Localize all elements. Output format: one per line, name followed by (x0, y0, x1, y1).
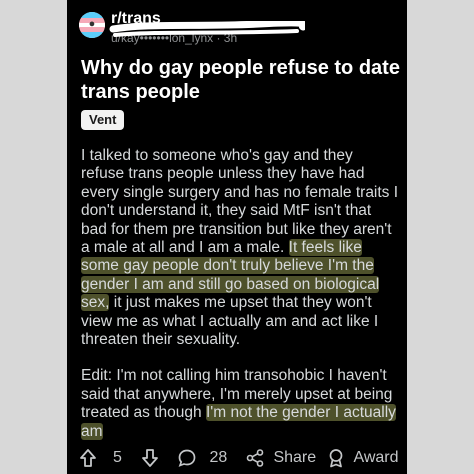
downvote-button[interactable] (141, 447, 159, 469)
body-paragraph-2: Edit: I'm not calling him transohobic I … (81, 367, 399, 441)
reddit-snoo-icon: ● (88, 18, 96, 30)
arrow-up-icon (80, 448, 96, 467)
post-header: ● r/trans u/kay•••••••lon_lynx · 3h (79, 6, 399, 46)
arrow-down-icon (142, 448, 158, 467)
share-label: Share (273, 449, 317, 466)
redaction-scribble (109, 21, 305, 37)
award-icon (329, 448, 343, 468)
body-paragraph-1: I talked to someone who's gay and they r… (81, 147, 399, 349)
body-text: it just makes me upset that they won't v… (81, 294, 379, 349)
upvote-button[interactable] (79, 447, 97, 469)
subreddit-avatar[interactable]: ● (79, 12, 105, 38)
share-button[interactable]: Share (245, 447, 316, 469)
share-icon (246, 448, 264, 467)
vote-count: 5 (113, 449, 122, 466)
comment-icon (178, 449, 196, 467)
post-title[interactable]: Why do gay people refuse to date trans p… (81, 56, 401, 104)
post-body: I talked to someone who's gay and they r… (81, 147, 399, 459)
post-card: ● r/trans u/kay•••••••lon_lynx · 3h Why … (67, 0, 407, 474)
action-bar: 5 28 Share Award (67, 444, 407, 472)
comment-count: 28 (209, 449, 228, 466)
comments-button[interactable]: 28 (177, 447, 227, 469)
post-flair[interactable]: Vent (81, 110, 125, 130)
award-button[interactable]: Award (327, 447, 399, 469)
award-label: Award (353, 449, 399, 466)
